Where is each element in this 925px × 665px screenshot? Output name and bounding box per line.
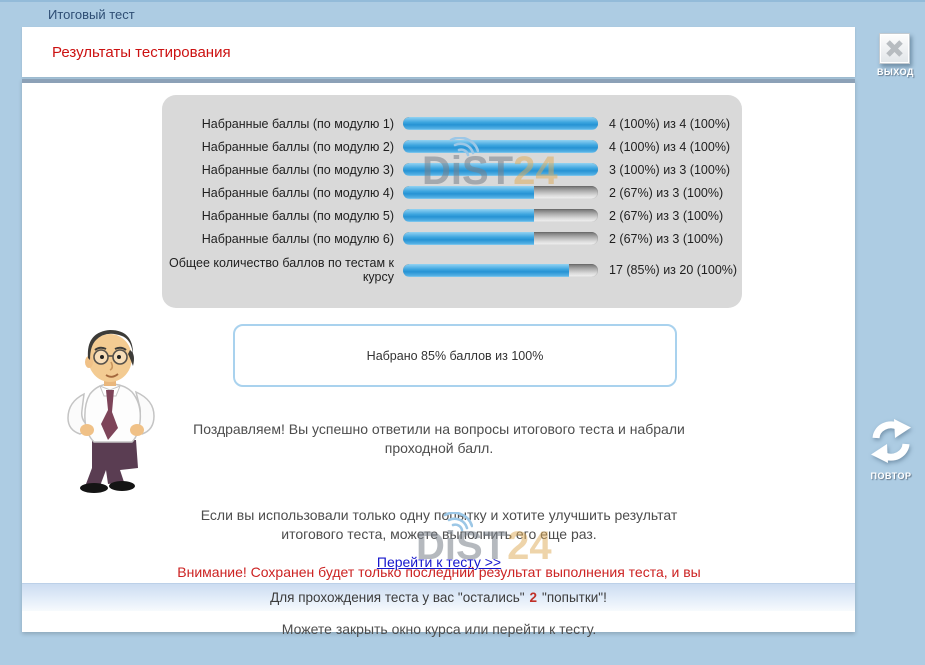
progress-bar-fill [403,163,598,176]
repeat-button-label: ПОВТОР [862,471,920,481]
result-label: Набранные баллы (по модулю 1) [168,117,394,131]
results-content-panel: Набранные баллы (по модулю 1) 4 (100%) и… [22,79,855,632]
result-label: Общее количество баллов по тестам к курс… [168,256,394,284]
progress-bar [403,186,598,199]
result-value: 2 (67%) из 3 (100%) [609,186,723,200]
result-value: 3 (100%) из 3 (100%) [609,163,730,177]
progress-bar [403,264,598,277]
page-title: Результаты тестирования [52,44,231,61]
attempts-count: 2 [530,590,538,605]
exit-control[interactable]: ВЫХОД [877,33,911,77]
result-row: Набранные баллы (по модулю 1) 4 (100%) и… [162,112,742,135]
result-label: Набранные баллы (по модулю 5) [168,209,394,223]
progress-bar-fill [403,209,534,222]
results-panel: Набранные баллы (по модулю 1) 4 (100%) и… [162,95,742,308]
result-value: 17 (85%) из 20 (100%) [609,263,737,277]
progress-bar [403,209,598,222]
result-row: Набранные баллы (по модулю 2) 4 (100%) и… [162,135,742,158]
result-row: Набранные баллы (по модулю 6) 2 (67%) из… [162,227,742,250]
score-summary-text: Набрано 85% баллов из 100% [367,349,544,363]
close-info-text: Можете закрыть окно курса или перейти к … [133,620,745,639]
retry-info-text: Если вы использовали только одну попытку… [133,506,745,544]
attempts-prefix: Для прохождения теста у вас "остались" [270,590,524,605]
repeat-button[interactable]: ПОВТОР [862,419,920,481]
score-summary-box: Набрано 85% баллов из 100% [233,324,677,387]
progress-bar [403,232,598,245]
result-label: Набранные баллы (по модулю 6) [168,232,394,246]
result-value: 4 (100%) из 4 (100%) [609,117,730,131]
result-row: Набранные баллы (по модулю 4) 2 (67%) из… [162,181,742,204]
exit-button-label: ВЫХОД [877,67,911,77]
progress-bar-fill [403,264,569,277]
page: Итоговый тест Результаты тестирования ВЫ… [0,0,925,665]
result-row: Набранные баллы (по модулю 5) 2 (67%) из… [162,204,742,227]
progress-bar-fill [403,117,598,130]
window-title: Итоговый тест [48,7,135,22]
result-label: Набранные баллы (по модулю 4) [168,186,394,200]
attempts-remaining-bar: Для прохождения теста у вас "остались" 2… [22,583,855,611]
congratulation-text: Поздравляем! Вы успешно ответили на вопр… [133,420,745,458]
go-to-test-link[interactable]: Перейти к тесту >> [377,554,501,570]
result-value: 2 (67%) из 3 (100%) [609,209,723,223]
result-row: Общее количество баллов по тестам к курс… [162,250,742,290]
result-value: 2 (67%) из 3 (100%) [609,232,723,246]
result-label: Набранные баллы (по модулю 2) [168,140,394,154]
attempts-suffix: "попытки"! [542,590,607,605]
progress-bar-fill [403,186,534,199]
result-messages: Поздравляем! Вы успешно ответили на вопр… [133,401,745,658]
progress-bar [403,140,598,153]
result-row: Набранные баллы (по модулю 3) 3 (100%) и… [162,158,742,181]
result-value: 4 (100%) из 4 (100%) [609,140,730,154]
progress-bar-fill [403,232,534,245]
exit-button[interactable] [879,33,910,64]
repeat-icon [868,419,914,463]
header-panel: Результаты тестирования [22,27,855,77]
close-icon [884,38,905,59]
progress-bar-fill [403,140,598,153]
result-label: Набранные баллы (по модулю 3) [168,163,394,177]
progress-bar [403,163,598,176]
progress-bar [403,117,598,130]
